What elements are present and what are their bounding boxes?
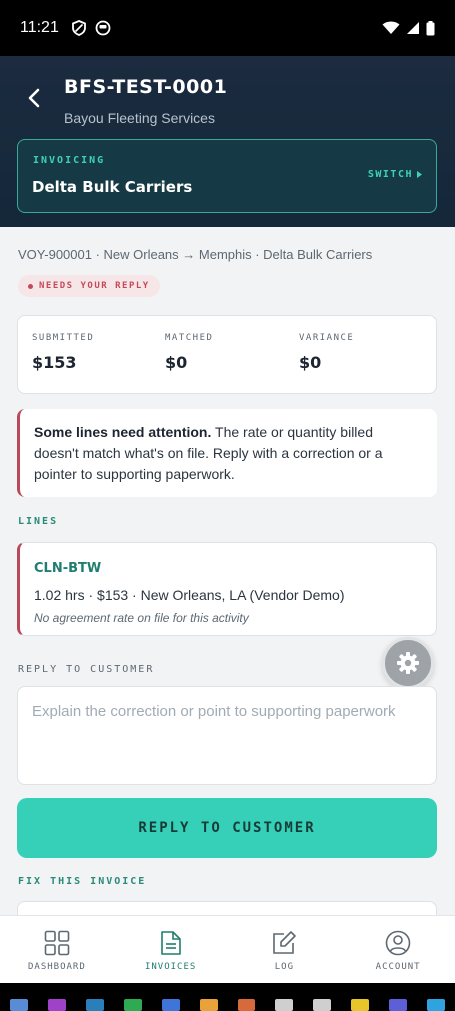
taskbar-app-icon[interactable] <box>389 999 408 1011</box>
page-title: BFS-TEST-0001 <box>64 76 228 98</box>
reply-to-customer-button[interactable]: REPLY TO CUSTOMER <box>17 798 437 858</box>
status-badge: NEEDS YOUR REPLY <box>18 275 160 297</box>
switch-customer-button[interactable]: SWITCH <box>368 169 422 180</box>
taskbar-app-icon[interactable] <box>427 999 446 1011</box>
edit-icon <box>273 931 297 954</box>
document-icon <box>160 931 181 955</box>
taskbar-app-icon[interactable] <box>237 999 256 1011</box>
stat-label: SUBMITTED <box>32 333 95 343</box>
taskbar-app-icon[interactable] <box>47 999 66 1011</box>
nav-account[interactable]: ACCOUNT <box>341 916 455 983</box>
battery-icon <box>426 20 435 35</box>
back-button[interactable] <box>20 84 48 112</box>
shield-icon <box>71 20 86 36</box>
stat-value: $0 <box>299 353 322 372</box>
taskbar-app-icon[interactable] <box>123 999 142 1011</box>
fix-invoice-card[interactable] <box>17 901 437 915</box>
person-icon <box>385 930 411 956</box>
status-badge-label: NEEDS YOUR REPLY <box>39 281 150 291</box>
stat-label: VARIANCE <box>299 333 355 343</box>
lines-section-label: LINES <box>18 516 59 527</box>
nav-label: LOG <box>274 962 294 972</box>
vendor-name: Bayou Fleeting Services <box>64 110 215 126</box>
nav-dashboard[interactable]: DASHBOARD <box>0 916 114 983</box>
nav-label: DASHBOARD <box>27 962 86 972</box>
line-detail: 1.02 hrs · $153 · New Orleans, LA (Vendo… <box>34 587 345 603</box>
status-icons-left <box>71 20 111 36</box>
stat-value: $153 <box>32 353 77 372</box>
status-time: 11:21 <box>20 19 59 36</box>
invoice-content[interactable]: VOY-900001 · New Orleans → Memphis · Del… <box>0 227 455 915</box>
stat-matched: MATCHED $0 <box>165 333 213 372</box>
grid-icon <box>44 930 70 956</box>
line-note: No agreement rate on file for this activ… <box>34 611 249 625</box>
fix-section-label: FIX THIS INVOICE <box>18 876 147 887</box>
attention-alert: Some lines need attention. The rate or q… <box>17 409 437 497</box>
status-icons-right <box>382 20 435 36</box>
settings-button[interactable] <box>382 637 434 689</box>
attention-heading: Some lines need attention. <box>34 424 212 440</box>
taskbar-app-icon[interactable] <box>275 999 294 1011</box>
reply-section-label: REPLY TO CUSTOMER <box>18 664 155 675</box>
status-bar: 11:21 <box>0 0 455 56</box>
signal-icon <box>407 22 419 34</box>
nav-label: INVOICES <box>144 962 197 972</box>
invoicing-customer-card: INVOICING Delta Bulk Carriers SWITCH <box>17 139 437 213</box>
taskbar-app-icon[interactable] <box>313 999 332 1011</box>
taskbar-app-icon[interactable] <box>85 999 104 1011</box>
reply-textarea[interactable] <box>17 686 437 785</box>
app-notification-icon <box>95 20 111 36</box>
taskbar-app-icon[interactable] <box>351 999 370 1011</box>
stat-value: $0 <box>165 353 188 372</box>
wifi-icon <box>382 21 400 34</box>
chevron-left-icon <box>28 88 40 108</box>
switch-label: SWITCH <box>367 169 413 180</box>
stat-submitted: SUBMITTED $153 <box>32 333 94 372</box>
invoicing-customer-name: Delta Bulk Carriers <box>32 178 193 196</box>
bottom-navigation: DASHBOARD INVOICES LOG ACCOUNT <box>0 915 455 983</box>
totals-card: SUBMITTED $153 MATCHED $0 VARIANCE $0 <box>17 315 437 394</box>
nav-log[interactable]: LOG <box>228 916 342 983</box>
nav-invoices[interactable]: INVOICES <box>114 916 228 983</box>
taskbar-app-icon[interactable] <box>199 999 218 1011</box>
system-taskbar <box>0 983 455 1011</box>
line-code: CLN-BTW <box>34 561 102 576</box>
stat-label: MATCHED <box>165 333 214 343</box>
taskbar-app-icon[interactable] <box>161 999 180 1011</box>
caret-right-icon <box>417 171 422 178</box>
gear-icon <box>397 652 419 674</box>
invoicing-label: INVOICING <box>33 155 106 166</box>
voyage-summary: VOY-900001 · New Orleans → Memphis · Del… <box>18 247 373 262</box>
taskbar-app-icon[interactable] <box>10 999 28 1011</box>
invoice-line-item[interactable]: CLN-BTW 1.02 hrs · $153 · New Orleans, L… <box>17 542 437 636</box>
invoice-header: BFS-TEST-0001 Bayou Fleeting Services IN… <box>0 56 455 227</box>
stat-variance: VARIANCE $0 <box>299 333 354 372</box>
nav-label: ACCOUNT <box>375 962 421 972</box>
status-dot <box>28 283 33 289</box>
